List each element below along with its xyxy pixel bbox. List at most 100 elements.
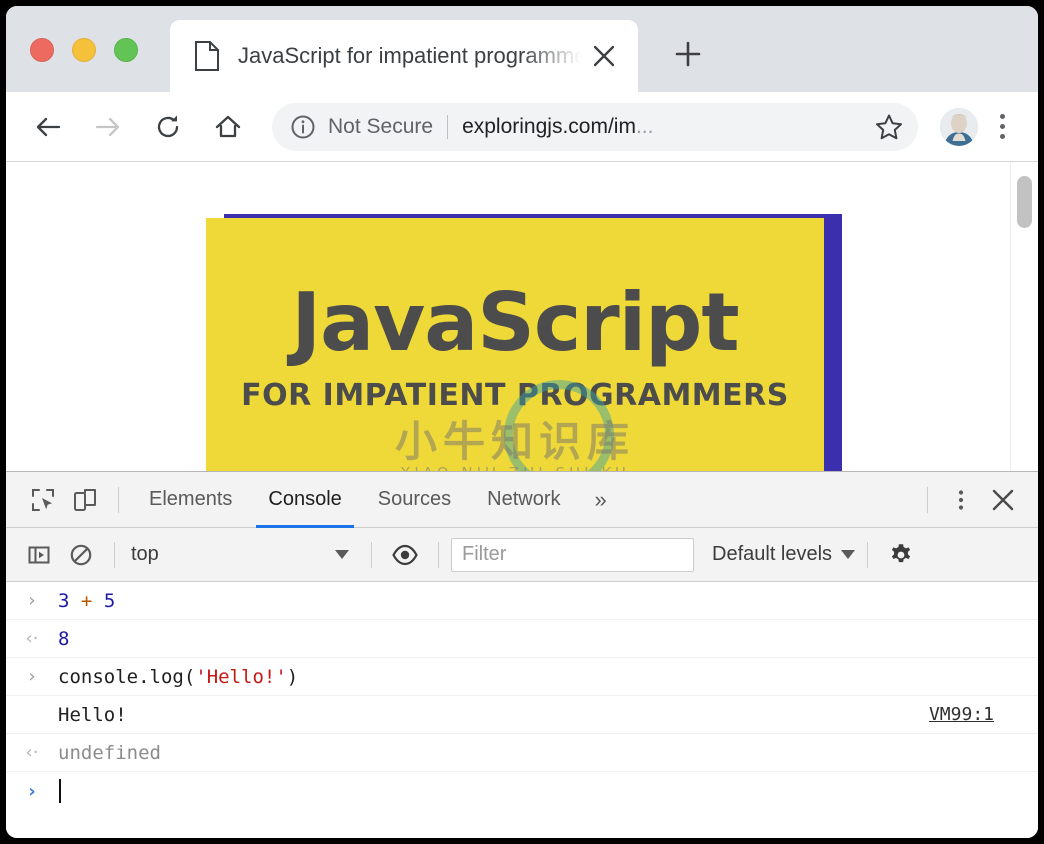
url-visible: exploringjs.com/im [462, 115, 636, 138]
log-levels-label: Default levels [712, 543, 832, 566]
devtools-divider-right [927, 487, 928, 513]
console-message-result-2[interactable]: ‹· undefined [6, 734, 1038, 772]
console-toolbar-divider-3 [438, 542, 439, 568]
devtools-panel: Elements Console Sources Network » [6, 471, 1038, 838]
url-ellipsis: ... [636, 115, 654, 138]
tab-strip: JavaScript for impatient programmers [6, 6, 1038, 92]
minimize-window-button[interactable] [72, 38, 96, 62]
url-text: exploringjs.com/im... [462, 115, 864, 139]
console-context-value: top [131, 543, 159, 566]
tab-elements-label: Elements [149, 488, 232, 511]
book-cover-image: JavaScript FOR IMPATIENT PROGRAMMERS 小牛知… [206, 218, 824, 471]
page-viewport: JavaScript FOR IMPATIENT PROGRAMMERS 小牛知… [6, 162, 1038, 471]
inspect-element-icon[interactable] [22, 479, 64, 521]
browser-window: JavaScript for impatient programmers [6, 6, 1038, 838]
address-bar[interactable]: Not Secure exploringjs.com/im... [272, 103, 918, 151]
star-icon[interactable] [874, 112, 904, 142]
omnibox-divider [447, 115, 448, 139]
chevron-down-icon-levels [841, 550, 855, 559]
console-message-log[interactable]: Hello! VM99:1 [6, 696, 1038, 734]
token-number: 3 [58, 590, 69, 612]
page-icon [194, 41, 220, 71]
book-subtitle: FOR IMPATIENT PROGRAMMERS [206, 378, 824, 413]
chevron-down-icon [335, 550, 349, 559]
source-location-link[interactable]: VM99:1 [929, 704, 994, 725]
scrollbar-thumb[interactable] [1017, 176, 1032, 228]
token-undefined: undefined [58, 742, 161, 764]
devtools-close-icon[interactable] [982, 479, 1024, 521]
text-cursor [59, 779, 61, 803]
message-gutter-icon: › [6, 590, 58, 611]
console-message-list[interactable]: › 3 + 5 ‹· 8 › console.log('Hello!') Hel… [6, 582, 1038, 838]
browser-toolbar: Not Secure exploringjs.com/im... [6, 92, 1038, 162]
book-cover: JavaScript FOR IMPATIENT PROGRAMMERS 小牛知… [206, 218, 824, 471]
maximize-window-button[interactable] [114, 38, 138, 62]
console-expression: console.log('Hello!') [58, 666, 1022, 688]
device-toolbar-icon[interactable] [64, 479, 106, 521]
message-gutter-icon: ‹· [6, 742, 58, 763]
avatar[interactable] [940, 108, 978, 146]
close-icon[interactable] [584, 36, 624, 76]
console-toolbar-divider-1 [114, 542, 115, 568]
reload-icon[interactable] [144, 103, 192, 151]
three-dot-menu-icon[interactable] [982, 105, 1022, 149]
security-status-label: Not Secure [328, 115, 433, 139]
devtools-tab-bar: Elements Console Sources Network » [6, 472, 1038, 528]
window-traffic-lights [30, 38, 138, 62]
console-result: 8 [58, 628, 1022, 650]
devtools-menu-icon[interactable] [940, 479, 982, 521]
gear-icon[interactable] [880, 534, 922, 576]
console-expression: 3 + 5 [58, 590, 1022, 612]
console-message-input-1[interactable]: › 3 + 5 [6, 582, 1038, 620]
tab-console-label: Console [268, 488, 341, 511]
watermark-chinese-text: 小牛知识库 [206, 408, 824, 469]
home-icon[interactable] [204, 103, 252, 151]
console-toolbar-divider-2 [371, 542, 372, 568]
tab-sources-label: Sources [378, 488, 451, 511]
tab-network[interactable]: Network [469, 472, 578, 528]
log-levels-select[interactable]: Default levels [712, 543, 855, 566]
console-toolbar-divider-4 [867, 542, 868, 568]
prompt-chevron-icon: › [6, 781, 58, 802]
token-operator: + [81, 590, 92, 612]
console-message-result-1[interactable]: ‹· 8 [6, 620, 1038, 658]
message-gutter-icon: › [6, 666, 58, 687]
clear-console-icon[interactable] [60, 534, 102, 576]
console-prompt-input[interactable] [58, 779, 1022, 803]
back-arrow-icon[interactable] [24, 103, 72, 151]
info-circle-icon[interactable] [290, 114, 316, 140]
console-context-select[interactable]: top [127, 538, 359, 572]
token-space-2 [92, 590, 103, 612]
token-number: 8 [58, 628, 69, 650]
token-code: console.log( [58, 666, 195, 688]
console-log-text: Hello! [58, 704, 1022, 726]
token-text: Hello! [58, 704, 127, 726]
token-string: 'Hello!' [195, 666, 287, 688]
console-message-input-2[interactable]: › console.log('Hello!') [6, 658, 1038, 696]
console-toolbar: top Filter Default levels [6, 528, 1038, 582]
token-number-2: 5 [104, 590, 115, 612]
devtools-divider [118, 487, 119, 513]
browser-tab[interactable]: JavaScript for impatient programmers [170, 20, 638, 92]
message-gutter-icon: ‹· [6, 628, 58, 649]
tab-sources[interactable]: Sources [360, 472, 469, 528]
book-title: JavaScript [206, 276, 824, 369]
close-window-button[interactable] [30, 38, 54, 62]
tab-title: JavaScript for impatient programmers [238, 43, 584, 69]
tab-network-label: Network [487, 488, 560, 511]
token-code-2: ) [287, 666, 298, 688]
page-scrollbar[interactable] [1010, 162, 1038, 471]
console-sidebar-icon[interactable] [18, 534, 60, 576]
filter-placeholder: Filter [462, 543, 506, 566]
tab-elements[interactable]: Elements [131, 472, 250, 528]
more-tabs-button[interactable]: » [579, 487, 623, 513]
watermark-pinyin-text: XIAO NIU ZHI SHI KU [206, 464, 824, 471]
console-result: undefined [58, 742, 1022, 764]
tab-console[interactable]: Console [250, 472, 359, 528]
filter-input[interactable]: Filter [451, 538, 694, 572]
console-prompt-row[interactable]: › [6, 772, 1038, 810]
forward-arrow-icon [84, 103, 132, 151]
new-tab-button[interactable] [664, 30, 712, 78]
token-space [69, 590, 80, 612]
live-expression-icon[interactable] [384, 534, 426, 576]
